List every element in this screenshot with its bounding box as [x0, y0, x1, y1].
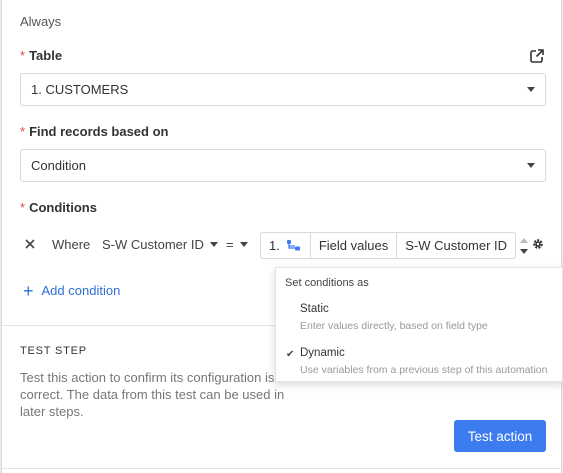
required-marker: *: [20, 48, 26, 63]
add-condition-label: Add condition: [41, 283, 121, 298]
menu-item-dynamic[interactable]: ✔ Dynamic Use variables from a previous …: [276, 347, 562, 387]
find-records-select-value: Condition: [31, 158, 86, 173]
spinner-icon[interactable]: [519, 234, 529, 258]
chevron-down-icon: [239, 242, 248, 247]
menu-item-subtitle: Enter values directly, based on field ty…: [300, 320, 488, 332]
condition-value-box[interactable]: 1. Field values S-W Customer ID: [260, 232, 516, 259]
value-step-number: 1.: [269, 238, 280, 253]
chevron-down-icon: [527, 163, 535, 168]
conditions-label: * Conditions: [20, 200, 97, 215]
table-select[interactable]: 1. CUSTOMERS: [20, 73, 546, 106]
find-records-label-text: Find records based on: [29, 124, 169, 139]
operator-value: =: [226, 237, 234, 252]
value-step-segment[interactable]: 1.: [261, 233, 311, 258]
condition-field-select[interactable]: S-W Customer ID: [102, 237, 218, 252]
find-records-select[interactable]: Condition: [20, 149, 546, 182]
chevron-down-icon: [527, 87, 535, 92]
value-field-text: S-W Customer ID: [405, 238, 508, 253]
value-mode-segment[interactable]: Field values: [311, 233, 398, 258]
condition-row: Where S-W Customer ID = 1. Field values: [20, 230, 550, 260]
find-records-label: * Find records based on: [20, 124, 168, 139]
bottom-divider: [2, 468, 563, 469]
where-label: Where: [52, 237, 91, 252]
add-condition-button[interactable]: + Add condition: [23, 280, 121, 301]
open-external-icon[interactable]: [529, 48, 545, 64]
test-step-title: TEST STEP: [20, 345, 87, 357]
menu-item-subtitle: Use variables from a previous step of th…: [300, 364, 548, 376]
conditions-label-text: Conditions: [29, 200, 97, 215]
gear-icon[interactable]: [532, 238, 544, 250]
required-marker: *: [20, 200, 26, 215]
set-conditions-menu: Set conditions as Static Enter values di…: [275, 267, 563, 382]
step-branch-icon: [286, 239, 300, 250]
remove-condition-icon[interactable]: [24, 238, 36, 250]
set-conditions-heading: Set conditions as: [285, 277, 369, 289]
operator-select[interactable]: =: [226, 237, 248, 252]
test-action-button[interactable]: Test action: [454, 420, 546, 452]
menu-item-title: Static: [300, 303, 329, 315]
table-field-label: * Table: [20, 48, 62, 63]
required-marker: *: [20, 124, 26, 139]
trigger-label: Always: [20, 14, 62, 29]
menu-item-static[interactable]: Static Enter values directly, based on f…: [276, 303, 562, 343]
value-mode-text: Field values: [318, 238, 389, 253]
plus-icon: +: [23, 280, 34, 301]
test-step-description: Test this action to confirm its configur…: [20, 370, 285, 419]
table-select-value: 1. CUSTOMERS: [31, 82, 129, 97]
check-icon: ✔: [286, 349, 295, 360]
menu-item-title: Dynamic: [300, 347, 345, 359]
chevron-down-icon: [209, 242, 218, 247]
table-label-text: Table: [29, 48, 63, 63]
condition-field-value: S-W Customer ID: [102, 237, 204, 252]
step-config-panel: Always * Table 1. CUSTOMERS * Find records…: [1, 0, 563, 473]
value-field-segment[interactable]: S-W Customer ID: [397, 233, 515, 258]
